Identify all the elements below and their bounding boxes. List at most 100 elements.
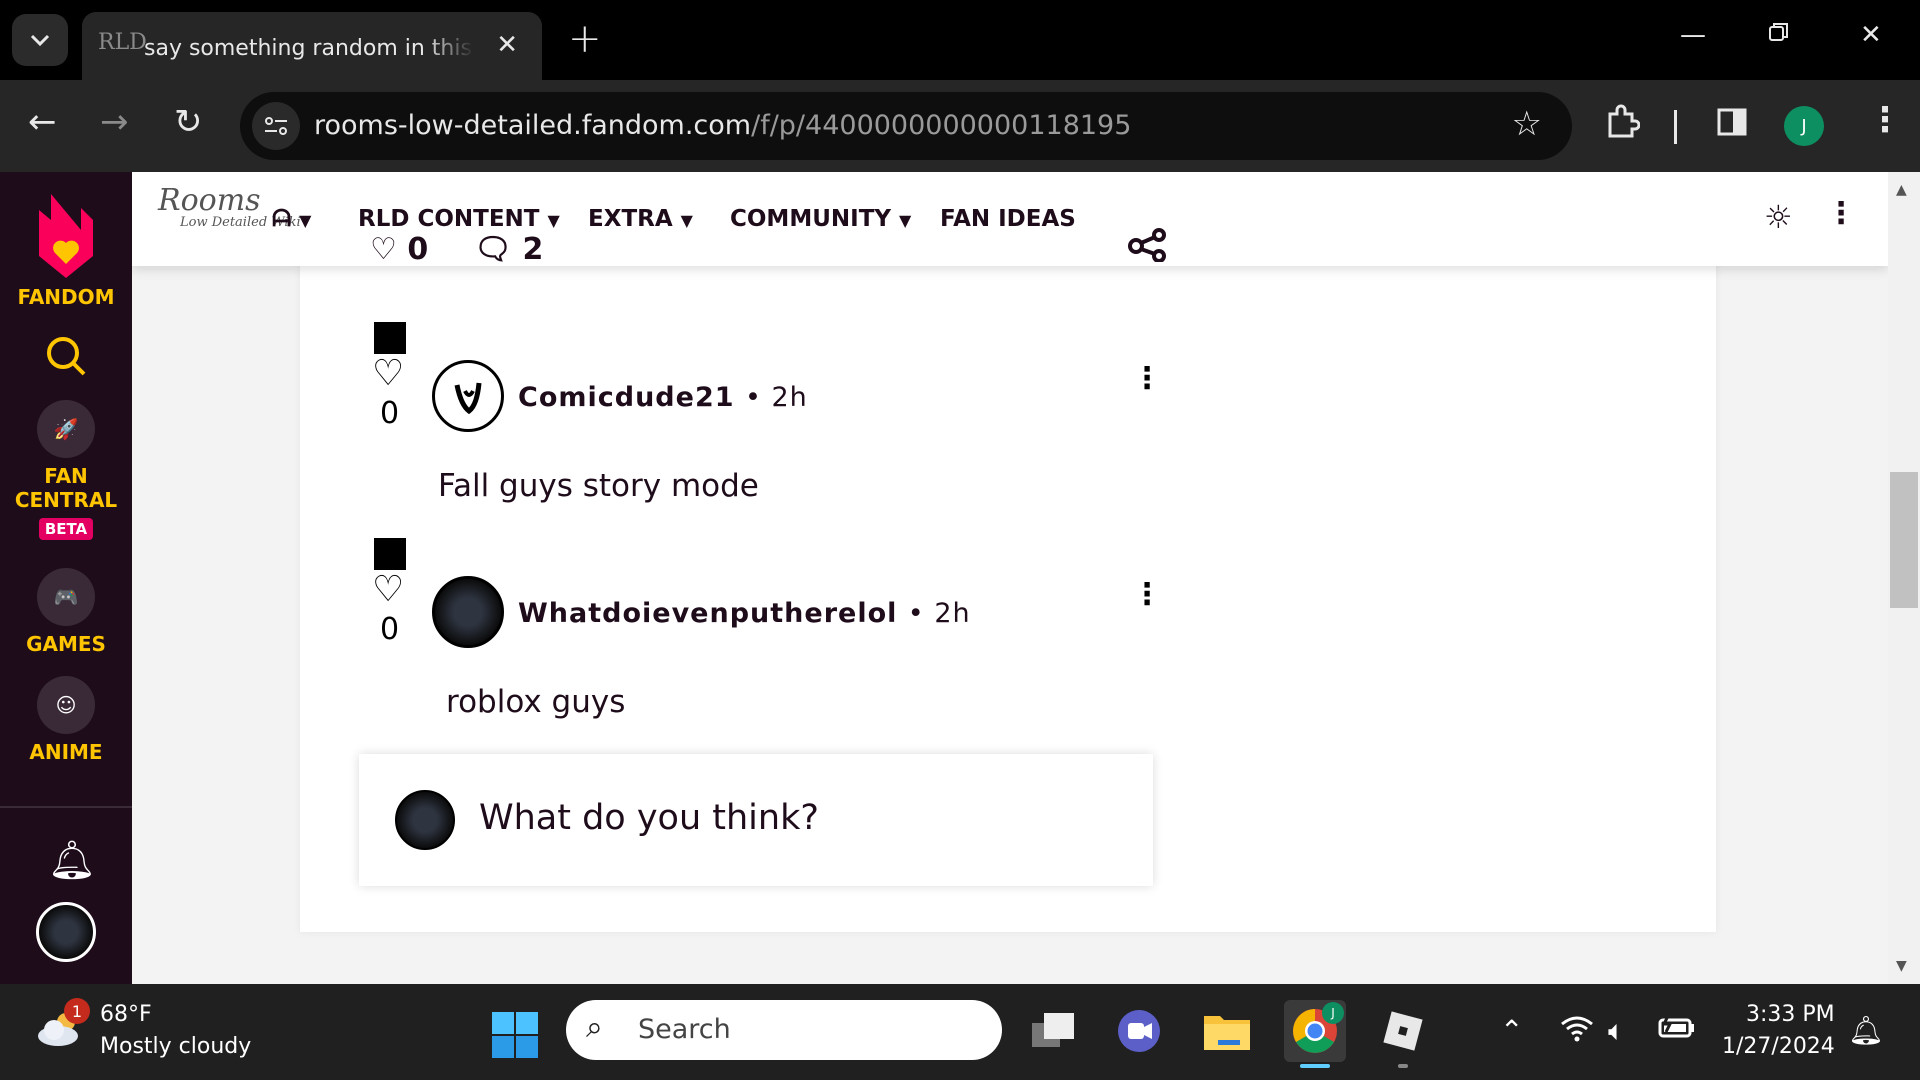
scroll-up-arrow-icon[interactable]: ▲	[1896, 182, 1907, 198]
composer-avatar	[395, 790, 455, 850]
reply-time: 2h	[771, 382, 808, 413]
heart-outline-icon[interactable]: ♡	[372, 572, 404, 608]
rail-games[interactable]: 🎮 GAMES	[0, 568, 132, 656]
post-like-number: 0	[407, 232, 429, 267]
fandom-label: FANDOM	[17, 285, 115, 309]
fan-central-label-2: CENTRAL	[14, 488, 118, 512]
roblox-icon[interactable]	[1372, 1000, 1434, 1062]
restore-icon[interactable]	[1768, 20, 1790, 50]
caret-down-icon: ▼	[547, 211, 560, 230]
reply-avatar[interactable]	[432, 360, 504, 432]
post-reply-count[interactable]: 🗨︎ 2	[474, 232, 543, 267]
nav-extra[interactable]: EXTRA ▼	[588, 206, 693, 232]
close-window-icon[interactable]: ✕	[1860, 20, 1882, 50]
rail-anime[interactable]: ☺ ANIME	[0, 676, 132, 764]
user-avatar-drawing	[454, 382, 482, 415]
reply-options-icon[interactable]: ⋮	[1132, 364, 1162, 394]
user-avatar[interactable]	[36, 902, 96, 962]
rail-search-button[interactable]	[0, 334, 132, 383]
nav-fan-ideas[interactable]: FAN IDEAS	[940, 206, 1076, 232]
caret-down-icon: ▼	[299, 211, 312, 230]
clock-date[interactable]: 1/27/2024	[1722, 1034, 1835, 1059]
fandom-home-link[interactable]: FANDOM	[0, 190, 132, 309]
url-host: rooms-low-detailed.fandom.com	[314, 110, 752, 141]
profile-avatar[interactable]: J	[1784, 106, 1824, 146]
fandom-global-nav: FANDOM 🚀 FAN CENTRAL BETA 🎮 GAMES ☺ ANIM…	[0, 172, 132, 984]
bookmark-star-icon[interactable]: ☆	[1512, 104, 1542, 144]
theme-toggle-sun-icon[interactable]: ☼	[1764, 198, 1793, 236]
wifi-icon[interactable]	[1560, 1014, 1594, 1049]
extensions-icon[interactable]	[1604, 104, 1641, 149]
weather-temp: 68°F	[100, 1002, 152, 1027]
teams-icon[interactable]	[1108, 1000, 1170, 1062]
share-icon[interactable]	[1128, 228, 1168, 266]
taskbar-search[interactable]: ⌕ Search	[566, 1000, 1002, 1060]
task-view-icon[interactable]	[1022, 1000, 1084, 1062]
reply-marker	[374, 538, 406, 570]
nav-community-label: COMMUNITY	[730, 206, 892, 232]
reply-like-count: 0	[380, 396, 400, 431]
heart-outline-icon[interactable]: ♡	[372, 356, 404, 392]
tab-strip: RLD say something random in this p ✕ + —…	[0, 0, 1920, 80]
fan-central-label-1: FAN	[44, 464, 88, 488]
notifications-bell-icon[interactable]: 🔔︎	[48, 838, 96, 883]
battery-charging-icon[interactable]	[1656, 1014, 1696, 1047]
reply-username-text: Comicdude21	[518, 382, 735, 413]
nav-community[interactable]: COMMUNITY ▼	[730, 206, 911, 232]
fandom-logo-icon	[39, 194, 93, 278]
volume-icon[interactable]: 🔈︎	[1608, 1014, 1625, 1048]
reply-username[interactable]: Comicdude21 • 2h	[518, 382, 808, 413]
reply-composer[interactable]: What do you think?	[359, 754, 1153, 886]
wiki-explore-menu[interactable]: ᗩ ▼	[272, 206, 311, 232]
replies-card: ♡ 0 Comicdude21 • 2h ⋮ Fall guys story m…	[300, 232, 1716, 932]
clock-time[interactable]: 3:33 PM	[1746, 1002, 1835, 1027]
search-icon	[47, 337, 86, 376]
taskbar-search-placeholder: Search	[638, 1014, 731, 1045]
more-options-icon[interactable]: ⋮	[1826, 196, 1856, 231]
rail-fan-central[interactable]: 🚀 FAN CENTRAL BETA	[0, 400, 132, 540]
tab-close-icon[interactable]: ✕	[496, 30, 518, 60]
site-info-icon[interactable]	[252, 102, 300, 150]
beta-badge: BETA	[38, 518, 94, 540]
reply-like-count: 0	[380, 612, 400, 647]
nav-rld-content[interactable]: RLD CONTENT ▼	[358, 206, 560, 232]
caret-down-icon: ▼	[899, 211, 912, 230]
windows-start-icon[interactable]	[492, 1012, 538, 1062]
reply-options-icon[interactable]: ⋮	[1132, 580, 1162, 610]
scroll-down-arrow-icon[interactable]: ▼	[1896, 958, 1907, 974]
windows-taskbar: 1 68°F Mostly cloudy ⌕ Search J ⌃ 🔈︎ 3:3…	[0, 984, 1920, 1080]
new-tab-icon[interactable]: +	[568, 16, 602, 62]
wiki-navbar: Rooms Low Detailed Wiki ᗩ ▼ RLD CONTENT ▼ …	[132, 172, 1888, 267]
page-content: Rooms Low Detailed Wiki ᗩ ▼ RLD CONTENT ▼ …	[132, 172, 1888, 984]
anime-label: ANIME	[29, 740, 103, 764]
scrollbar-thumb[interactable]	[1890, 472, 1918, 608]
reload-icon[interactable]: ↻	[174, 102, 203, 142]
reply-text: roblox guys	[446, 684, 626, 720]
address-bar[interactable]: rooms-low-detailed.fandom.com/f/p/440000…	[240, 92, 1572, 160]
search-icon: ⌕	[586, 1010, 603, 1045]
reply-username-text: Whatdoievenputherelol	[518, 598, 898, 629]
reply-username[interactable]: Whatdoievenputherelol • 2h	[518, 598, 971, 629]
rail-divider	[0, 806, 132, 808]
page-scrollbar[interactable]: ▲ ▼	[1888, 172, 1920, 984]
tab-search-button[interactable]	[12, 14, 68, 66]
file-explorer-icon[interactable]	[1196, 1000, 1258, 1062]
side-panel-icon[interactable]	[1716, 106, 1748, 147]
tray-overflow-chevron-icon[interactable]: ⌃	[1500, 1014, 1523, 1047]
wiki-explore-icon: ᗩ	[272, 206, 292, 232]
url-text: rooms-low-detailed.fandom.com/f/p/440000…	[314, 110, 1131, 141]
reply-avatar[interactable]	[432, 576, 504, 648]
minimize-icon[interactable]: —	[1680, 20, 1706, 50]
forward-icon[interactable]: →	[100, 102, 129, 142]
browser-menu-icon[interactable]: ⋮	[1868, 100, 1902, 140]
browser-tab[interactable]: RLD say something random in this p ✕	[82, 12, 542, 80]
controller-icon: 🎮	[37, 568, 95, 626]
heart-outline-icon: ♡	[370, 232, 397, 267]
nav-fan-ideas-label: FAN IDEAS	[940, 206, 1076, 232]
tab-favicon-icon: RLD	[98, 30, 147, 55]
post-reply-number: 2	[522, 232, 544, 267]
notification-center-icon[interactable]: 🔔︎	[1848, 1014, 1884, 1047]
post-like-count[interactable]: ♡ 0	[370, 232, 428, 267]
back-icon[interactable]: ←	[28, 102, 57, 142]
chrome-taskbar-icon[interactable]: J	[1284, 1000, 1346, 1062]
